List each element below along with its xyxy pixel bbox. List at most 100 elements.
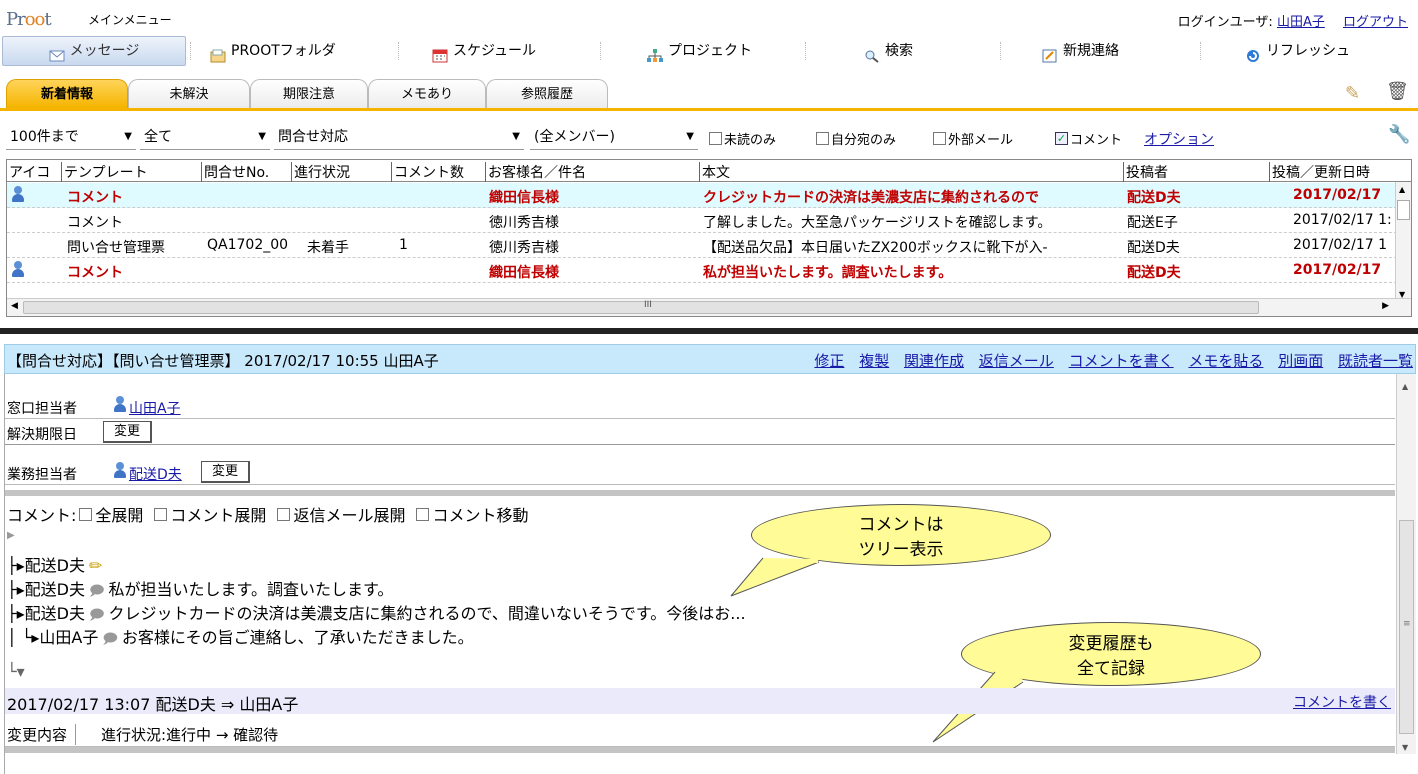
reply-mail-link[interactable]: 返信メール bbox=[979, 352, 1054, 370]
speech-bubble-icon: 🗩 bbox=[89, 583, 105, 599]
comment-tree-item[interactable]: ├▸配送D夫 ✏ bbox=[7, 552, 106, 576]
field-label: 解決期限日 bbox=[7, 427, 77, 443]
trash-icon[interactable]: 🗑 bbox=[1386, 81, 1409, 102]
col-no[interactable]: 問合せNo. bbox=[201, 162, 291, 182]
menu-new-contact[interactable]: 新規連絡 bbox=[1042, 36, 1119, 66]
cell-body: 私が担当いたします。調査いたします。 bbox=[703, 265, 953, 281]
tree-root-arrow[interactable]: ▶ bbox=[7, 530, 15, 541]
col-status[interactable]: 進行状況 bbox=[291, 162, 381, 182]
user-link[interactable]: 山田A子 bbox=[1277, 15, 1325, 30]
edit-link[interactable]: 修正 bbox=[814, 352, 844, 370]
field-row-contact: 窓口担当者 山田A子 bbox=[5, 394, 1395, 419]
separate-window-link[interactable]: 別画面 bbox=[1278, 352, 1323, 370]
cell-template: コメント bbox=[67, 190, 123, 206]
login-area: ログインユーザ: 山田A子 ログアウト bbox=[1172, 11, 1408, 30]
section-divider bbox=[5, 490, 1395, 496]
cell-no: QA1702_00 bbox=[207, 237, 289, 253]
org-chart-icon bbox=[647, 44, 663, 62]
cell-customer: 徳川秀吉様 bbox=[489, 215, 559, 231]
callout-pointer bbox=[730, 557, 820, 597]
menu-schedule[interactable]: スケジュール bbox=[432, 36, 536, 66]
table-row[interactable] bbox=[7, 283, 1397, 291]
message-grid: アイコ テンプレート 問合せNo. 進行状況 コメント数 お客様名／件名 本文 … bbox=[6, 159, 1412, 317]
tab-history[interactable]: 参照履歴 bbox=[486, 79, 608, 108]
wrench-icon[interactable]: 🔧 bbox=[1388, 124, 1410, 145]
calendar-icon bbox=[432, 44, 448, 63]
scope-select[interactable]: 全て ▼ bbox=[140, 124, 270, 150]
related-create-link[interactable]: 関連作成 bbox=[904, 352, 964, 370]
edit-icon[interactable]: ✎ bbox=[1345, 83, 1360, 104]
expand-comments-checkbox[interactable] bbox=[154, 507, 168, 521]
expand-replies-checkbox[interactable] bbox=[277, 507, 291, 521]
cell-template: コメント bbox=[67, 265, 123, 281]
col-date[interactable]: 投稿／更新日時 bbox=[1269, 162, 1395, 182]
move-comment-checkbox[interactable] bbox=[416, 507, 430, 521]
comment-options: コメント: 全展開 コメント展開 返信メール展開 コメント移動 bbox=[7, 506, 529, 525]
cell-date: 2017/02/17 bbox=[1293, 187, 1382, 203]
cell-count: 1 bbox=[399, 237, 408, 253]
menu-messages[interactable]: メッセージ bbox=[2, 36, 186, 66]
folder-icon bbox=[210, 44, 226, 63]
field-label: 業務担当者 bbox=[7, 467, 77, 483]
menu-proot-folder[interactable]: PROOTフォルダ bbox=[210, 36, 336, 66]
speech-bubble-icon: 🗩 bbox=[102, 631, 118, 647]
table-row[interactable]: 問い合せ管理票 QA1702_00 未着手 1 徳川秀吉様 【配送品欠品】本日届いたZX2… bbox=[7, 233, 1397, 258]
cell-poster: 配送D夫 bbox=[1127, 240, 1180, 256]
detail-actions: 修正 複製 関連作成 返信メール コメントを書く メモを貼る 別画面 既読者一覧 bbox=[804, 350, 1413, 371]
cell-body: 了解しました。大至急パッケージリストを確認します。 bbox=[703, 215, 1052, 231]
unread-only-checkbox[interactable]: 未読のみ bbox=[709, 129, 776, 148]
cell-date: 2017/02/17 1: bbox=[1293, 212, 1392, 228]
tab-memo[interactable]: メモあり bbox=[368, 79, 486, 108]
template-select[interactable]: 問合せ対応 ▼ bbox=[274, 124, 524, 150]
option-link[interactable]: オプション bbox=[1144, 129, 1214, 149]
grid-vertical-scrollbar[interactable]: ▲ ▼ bbox=[1395, 182, 1411, 299]
contact-user-link[interactable]: 山田A子 bbox=[129, 398, 181, 418]
comment-tree-item[interactable]: │ └▸山田A子 🗩 お客様にその旨ご連絡し、了承いただきました。 bbox=[7, 624, 474, 652]
change-deadline-button[interactable]: 変更 bbox=[103, 421, 153, 443]
cell-customer: 徳川秀吉様 bbox=[489, 240, 559, 256]
external-mail-checkbox[interactable]: 外部メール bbox=[933, 129, 1013, 148]
user-icon bbox=[113, 462, 127, 482]
cell-template: 問い合せ管理票 bbox=[67, 240, 165, 256]
menu-project[interactable]: プロジェクト bbox=[647, 36, 752, 66]
cell-customer: 織田信長様 bbox=[489, 265, 559, 281]
col-poster[interactable]: 投稿者 bbox=[1123, 162, 1269, 182]
edit-pencil-icon: ✏ bbox=[89, 556, 103, 575]
mine-only-checkbox[interactable]: 自分宛のみ bbox=[816, 129, 896, 148]
grid-header: アイコ テンプレート 問合せNo. 進行状況 コメント数 お客様名／件名 本文 … bbox=[7, 160, 1411, 182]
member-select[interactable]: (全メンバー) ▼ bbox=[530, 124, 698, 150]
detail-vertical-scrollbar[interactable]: ▲ ≡ ▼ bbox=[1396, 374, 1416, 754]
count-select[interactable]: 100件まで ▼ bbox=[6, 124, 136, 150]
readers-list-link[interactable]: 既読者一覧 bbox=[1338, 352, 1413, 370]
duplicate-link[interactable]: 複製 bbox=[859, 352, 889, 370]
col-icon[interactable]: アイコ bbox=[7, 162, 61, 182]
assignee-user-link[interactable]: 配送D夫 bbox=[129, 464, 182, 484]
cell-poster: 配送D夫 bbox=[1127, 190, 1181, 206]
cell-customer: 織田信長様 bbox=[489, 190, 559, 206]
pane-splitter[interactable] bbox=[0, 328, 1418, 334]
table-row[interactable]: コメント 徳川秀吉様 了解しました。大至急パッケージリストを確認します。 配送E子 20… bbox=[7, 208, 1397, 233]
menu-search[interactable]: 検索 bbox=[864, 36, 913, 66]
table-row[interactable]: コメント 織田信長様 私が担当いたします。調査いたします。 配送D夫 2017/02/1… bbox=[7, 258, 1397, 283]
tab-deadline[interactable]: 期限注意 bbox=[250, 79, 368, 108]
comment-checkbox[interactable]: ✓ コメント bbox=[1055, 129, 1122, 148]
change-assignee-button[interactable]: 変更 bbox=[201, 461, 251, 483]
write-comment-link[interactable]: コメントを書く bbox=[1069, 352, 1174, 370]
tab-unresolved[interactable]: 未解決 bbox=[128, 79, 250, 108]
field-row-assignee: 業務担当者 配送D夫 変更 bbox=[5, 460, 1395, 485]
paste-memo-link[interactable]: メモを貼る bbox=[1188, 352, 1263, 370]
col-template[interactable]: テンプレート bbox=[61, 162, 201, 182]
history-write-comment-link[interactable]: コメントを書く bbox=[1293, 692, 1391, 712]
expand-all-checkbox[interactable] bbox=[79, 507, 93, 521]
table-row[interactable]: コメント 織田信長様 クレジットカードの決済は美濃支店に集約されるので 配送D夫 201… bbox=[7, 183, 1397, 208]
menu-refresh[interactable]: リフレッシュ bbox=[1245, 36, 1350, 66]
col-body[interactable]: 本文 bbox=[699, 162, 1123, 182]
tab-new-info[interactable]: 新着情報 bbox=[6, 79, 128, 108]
col-count[interactable]: コメント数 bbox=[391, 162, 485, 182]
logout-link[interactable]: ログアウト bbox=[1343, 15, 1408, 30]
col-customer[interactable]: お客様名／件名 bbox=[485, 162, 699, 182]
detail-header: 【問合せ対応】【問い合せ管理票】 2017/02/17 10:55 山田A子 修… bbox=[4, 344, 1416, 374]
user-icon bbox=[11, 186, 55, 206]
history-change-row: 変更内容 進行状況:進行中 → 確認待 bbox=[5, 721, 1395, 747]
grid-horizontal-scrollbar[interactable]: ◀ III ▶ bbox=[7, 298, 1411, 316]
